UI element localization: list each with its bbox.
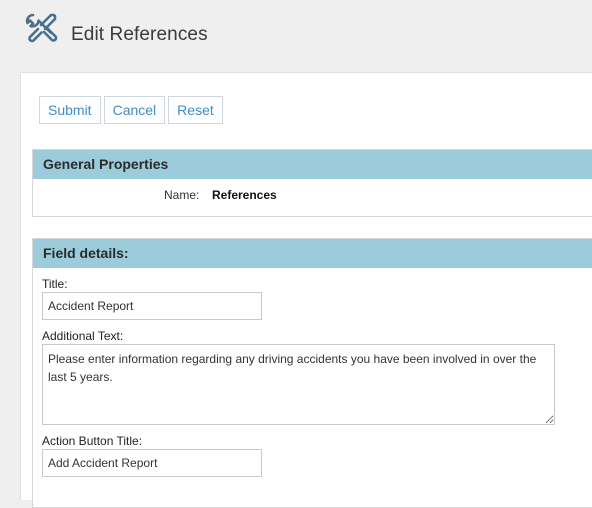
- main-panel: Submit Cancel Reset General Properties N…: [20, 72, 592, 508]
- title-input[interactable]: [42, 292, 262, 320]
- page-header: Edit References: [0, 0, 592, 72]
- additional-text-label: Additional Text:: [42, 329, 124, 343]
- name-value: References: [212, 188, 277, 202]
- reset-button[interactable]: Reset: [168, 96, 223, 124]
- title-label: Title:: [42, 277, 68, 291]
- additional-text-textarea[interactable]: Please enter information regarding any d…: [42, 344, 555, 425]
- cancel-button[interactable]: Cancel: [103, 96, 166, 124]
- field-details-section: Field details: Title: Additional Text: P…: [32, 238, 592, 508]
- action-button-title-input[interactable]: [42, 449, 262, 477]
- tools-icon: [24, 12, 60, 46]
- general-properties-heading: General Properties: [33, 150, 592, 179]
- general-properties-section: General Properties Name: References: [32, 149, 592, 217]
- toolbar: Submit Cancel Reset: [39, 96, 223, 124]
- page-title: Edit References: [71, 24, 208, 45]
- field-details-heading: Field details:: [33, 239, 592, 268]
- action-button-title-label: Action Button Title:: [42, 434, 143, 448]
- name-label: Name:: [164, 188, 200, 202]
- submit-button[interactable]: Submit: [39, 96, 101, 124]
